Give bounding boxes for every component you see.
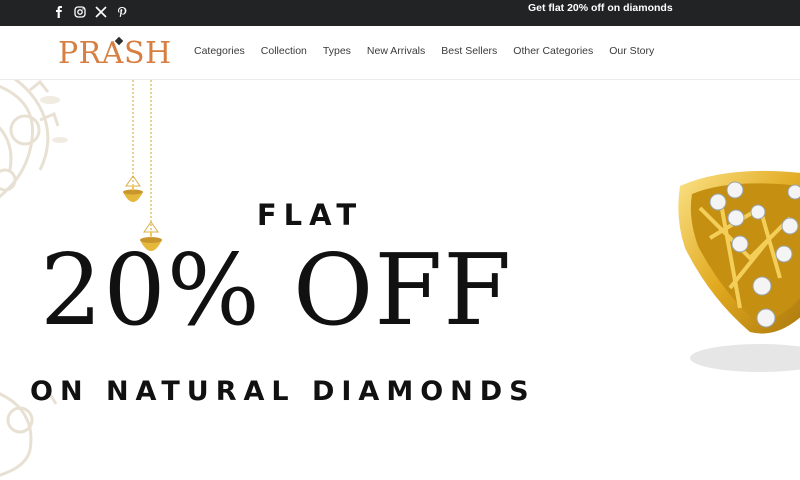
social-links <box>52 4 136 20</box>
hero-discount-text: 20% OFF <box>40 234 513 348</box>
lace-ornament <box>0 80 68 199</box>
diamond-pendant-image <box>678 170 800 372</box>
nav-categories[interactable]: Categories <box>194 45 245 57</box>
nav-best-sellers[interactable]: Best Sellers <box>441 45 497 57</box>
nav-collection[interactable]: Collection <box>261 45 307 57</box>
pinterest-icon[interactable] <box>115 4 129 20</box>
announcement-bar: Get flat 20% off on diamonds <box>0 0 800 26</box>
hero-subtitle-text: ON NATURAL DIAMONDS <box>30 376 536 407</box>
site-header: PRASH Categories Collection Types New Ar… <box>0 26 800 80</box>
hero-banner[interactable]: FLAT 20% OFF ON NATURAL DIAMONDS <box>0 80 800 480</box>
brand-logo[interactable]: PRASH <box>58 36 172 72</box>
nav-other-categories[interactable]: Other Categories <box>513 45 593 57</box>
instagram-icon[interactable] <box>73 4 87 20</box>
main-nav: Categories Collection Types New Arrivals… <box>186 45 662 57</box>
nav-new-arrivals[interactable]: New Arrivals <box>367 45 425 57</box>
hero-flat-text: FLAT <box>256 198 364 232</box>
x-twitter-icon[interactable] <box>94 4 108 20</box>
promo-text[interactable]: Get flat 20% off on diamonds <box>528 0 673 16</box>
facebook-icon[interactable] <box>52 4 66 20</box>
nav-types[interactable]: Types <box>323 45 351 57</box>
nav-our-story[interactable]: Our Story <box>609 45 654 57</box>
